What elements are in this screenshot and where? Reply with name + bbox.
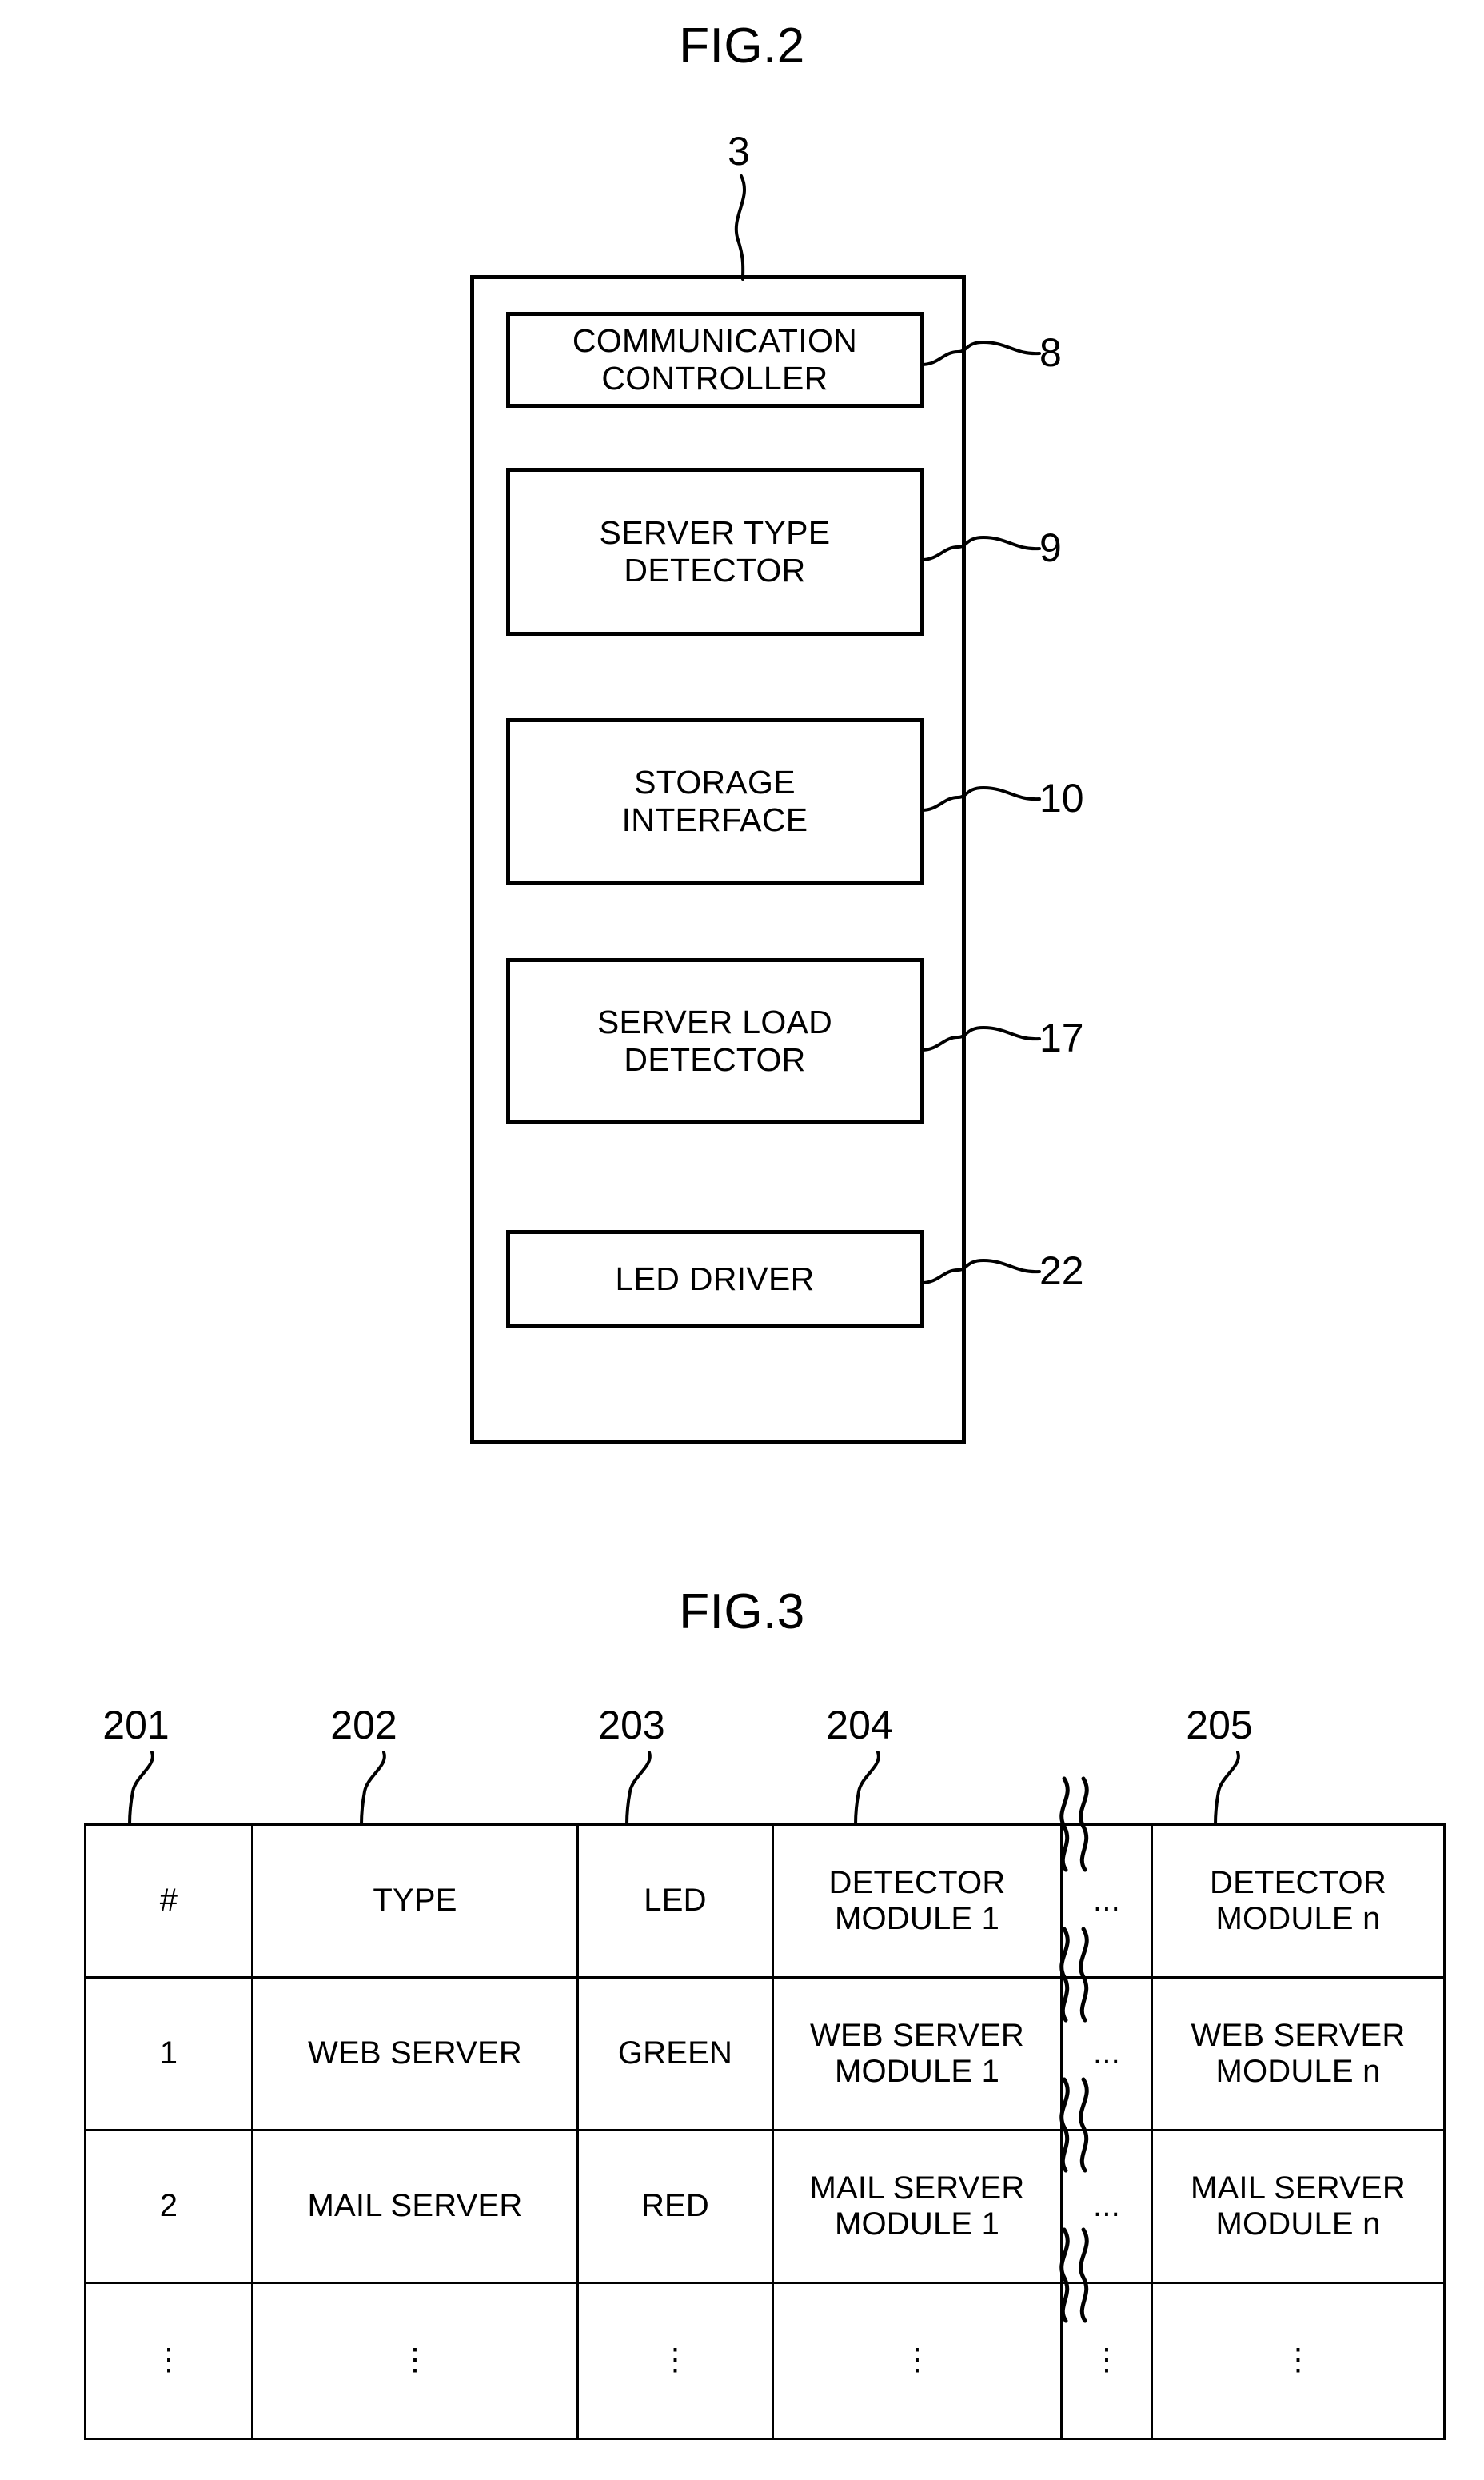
cell-line1: DETECTOR	[828, 1864, 1006, 1900]
cell-module-1: WEB SERVER MODULE 1	[772, 1976, 1063, 2131]
cell-line2: MODULE 1	[834, 2206, 1000, 2242]
cell-line1: MAIL SERVER	[809, 2170, 1025, 2206]
reference-numeral-203: 203	[598, 1703, 665, 1747]
cell-module-1-continuation: ⋮	[772, 2282, 1063, 2440]
leader-line-203	[625, 1751, 652, 1826]
header-cell-number: #	[84, 1823, 253, 1979]
vertical-ellipsis-icon: ⋮	[660, 2343, 691, 2378]
cell-type: MAIL SERVER	[251, 2129, 579, 2284]
cell-line2: MODULE 1	[834, 1901, 1000, 1936]
cell-type: WEB SERVER	[251, 1976, 579, 2131]
leader-line-202	[360, 1751, 386, 1826]
server-management-table: # TYPE LED DETECTOR MODULE 1 ... DETECTO…	[84, 1823, 1446, 2440]
vertical-ellipsis-icon: ⋮	[1283, 2343, 1314, 2378]
cell-module-n: MAIL SERVER MODULE n	[1151, 2129, 1446, 2284]
table-header-row: # TYPE LED DETECTOR MODULE 1 ... DETECTO…	[84, 1823, 1446, 1979]
vertical-ellipsis-icon: ⋮	[400, 2343, 430, 2378]
header-cell-detector-module-n: DETECTOR MODULE n	[1151, 1823, 1446, 1979]
server-management-table-wrapper: # TYPE LED DETECTOR MODULE 1 ... DETECTO…	[84, 1776, 1446, 2440]
vertical-ellipsis-icon: ⋮	[154, 2343, 184, 2378]
patent-drawing-sheet: FIG.2 3 COMMUNICATION CONTROLLER 8 SERVE…	[0, 0, 1484, 2480]
leader-line-201	[128, 1751, 154, 1826]
cell-ellipsis-continuation: ⋮	[1060, 2282, 1153, 2440]
cell-number: 2	[84, 2129, 253, 2284]
leader-line-205	[1214, 1751, 1240, 1826]
cell-line1: WEB SERVER	[1191, 2017, 1406, 2053]
cell-line2: MODULE 1	[834, 2054, 1000, 2089]
reference-numeral-205: 205	[1186, 1703, 1253, 1747]
header-cell-ellipsis: ...	[1060, 1823, 1153, 1979]
table-continuation-row: ⋮ ⋮ ⋮ ⋮ ⋮ ⋮	[84, 2282, 1446, 2440]
vertical-ellipsis-icon: ⋮	[902, 2343, 932, 2378]
cell-led: RED	[576, 2129, 774, 2284]
table-row: 2 MAIL SERVER RED MAIL SERVER MODULE 1 .…	[84, 2129, 1446, 2284]
cell-line1: MAIL SERVER	[1191, 2170, 1406, 2206]
figure-3-title: FIG.3	[679, 1584, 805, 1639]
cell-ellipsis: ...	[1060, 1976, 1153, 2131]
header-cell-type: TYPE	[251, 1823, 579, 1979]
table-row: 1 WEB SERVER GREEN WEB SERVER MODULE 1 .…	[84, 1976, 1446, 2131]
reference-numeral-204: 204	[826, 1703, 893, 1747]
header-cell-led: LED	[576, 1823, 774, 1979]
cell-line2: MODULE n	[1215, 2206, 1381, 2242]
cell-module-n-continuation: ⋮	[1151, 2282, 1446, 2440]
cell-module-n: WEB SERVER MODULE n	[1151, 1976, 1446, 2131]
cell-line1: DETECTOR	[1210, 1864, 1386, 1900]
figure-3: FIG.3 201 202 203 204 205 # TYPE LED DET…	[0, 0, 1484, 2480]
leader-line-204	[854, 1751, 880, 1826]
cell-line1: WEB SERVER	[810, 2017, 1024, 2053]
vertical-ellipsis-icon: ⋮	[1091, 2343, 1122, 2378]
cell-line2: MODULE n	[1215, 1901, 1381, 1936]
cell-line2: MODULE n	[1215, 2054, 1381, 2089]
reference-numeral-202: 202	[330, 1703, 397, 1747]
reference-numeral-201: 201	[102, 1703, 170, 1747]
cell-number-continuation: ⋮	[84, 2282, 253, 2440]
cell-number: 1	[84, 1976, 253, 2131]
cell-ellipsis: ...	[1060, 2129, 1153, 2284]
cell-led-continuation: ⋮	[576, 2282, 774, 2440]
header-cell-detector-module-1: DETECTOR MODULE 1	[772, 1823, 1063, 1979]
cell-type-continuation: ⋮	[251, 2282, 579, 2440]
cell-module-1: MAIL SERVER MODULE 1	[772, 2129, 1063, 2284]
cell-led: GREEN	[576, 1976, 774, 2131]
